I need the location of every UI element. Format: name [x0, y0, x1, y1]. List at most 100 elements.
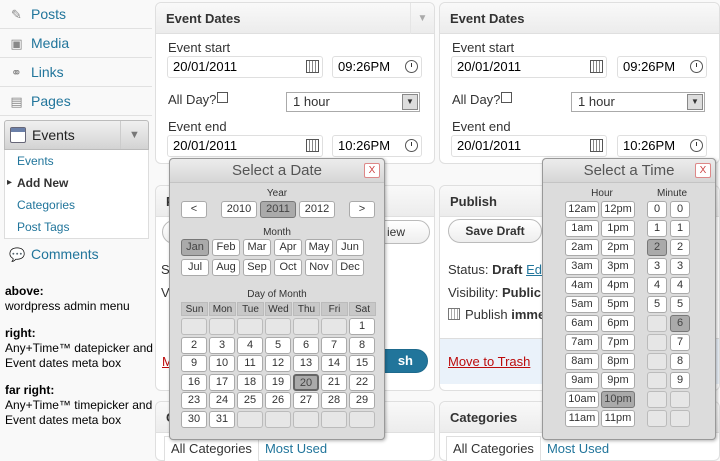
hour-button-8am[interactable]: 8am — [565, 353, 599, 370]
year-button-2010[interactable]: 2010 — [221, 201, 257, 218]
duration-select[interactable]: 1 hour ▼ — [286, 92, 420, 112]
minute-ones-button-9[interactable]: 9 — [670, 372, 690, 389]
minute-tens-button-1[interactable]: 1 — [647, 220, 667, 237]
start-time-field[interactable]: 09:26PM — [617, 56, 707, 78]
tab-most-used[interactable]: Most Used — [541, 437, 615, 461]
day-button-21[interactable]: 21 — [321, 373, 347, 391]
clock-icon[interactable] — [405, 60, 418, 73]
day-button-18[interactable]: 18 — [237, 373, 263, 391]
close-button[interactable]: X — [695, 163, 711, 178]
end-date-field[interactable]: 20/01/2011 — [451, 135, 607, 157]
calendar-icon[interactable] — [306, 139, 319, 152]
day-button-30[interactable]: 30 — [181, 410, 207, 428]
menu-posts[interactable]: ✎ Posts — [0, 0, 152, 29]
menu-comments[interactable]: 💬 Comments — [0, 240, 152, 269]
hour-button-6pm[interactable]: 6pm — [601, 315, 635, 332]
day-button-24[interactable]: 24 — [209, 392, 235, 409]
submenu-add-new[interactable]: Add New — [5, 172, 148, 194]
clock-icon[interactable] — [405, 139, 418, 152]
day-button-23[interactable]: 23 — [181, 392, 207, 409]
day-button-1[interactable]: 1 — [349, 318, 375, 335]
year-button-2012[interactable]: 2012 — [299, 201, 335, 218]
hour-button-9pm[interactable]: 9pm — [601, 372, 635, 389]
month-button-apr[interactable]: Apr — [274, 239, 302, 256]
month-button-jul[interactable]: Jul — [181, 259, 209, 276]
hour-button-3pm[interactable]: 3pm — [601, 258, 635, 275]
hour-button-2am[interactable]: 2am — [565, 239, 599, 256]
day-button-22[interactable]: 22 — [349, 373, 375, 391]
month-button-mar[interactable]: Mar — [243, 239, 271, 256]
close-button[interactable]: X — [364, 163, 380, 178]
submenu-categories[interactable]: Categories — [5, 194, 148, 216]
allday-checkbox[interactable] — [501, 92, 512, 103]
month-button-aug[interactable]: Aug — [212, 259, 240, 276]
allday-checkbox[interactable] — [217, 92, 228, 103]
hour-button-4am[interactable]: 4am — [565, 277, 599, 294]
menu-media[interactable]: ▣ Media — [0, 29, 152, 58]
month-button-sep[interactable]: Sep — [243, 259, 271, 276]
calendar-icon[interactable] — [590, 139, 603, 152]
month-button-jun[interactable]: Jun — [336, 239, 364, 256]
minute-ones-button-0[interactable]: 0 — [670, 201, 690, 218]
chevron-down-icon[interactable]: ▼ — [402, 94, 418, 110]
month-button-feb[interactable]: Feb — [212, 239, 240, 256]
hour-button-6am[interactable]: 6am — [565, 315, 599, 332]
hour-button-12am[interactable]: 12am — [565, 201, 599, 218]
minute-ones-button-4[interactable]: 4 — [670, 277, 690, 294]
month-button-may[interactable]: May — [305, 239, 333, 256]
day-button-19[interactable]: 19 — [265, 373, 291, 391]
tab-all-categories[interactable]: All Categories — [446, 436, 541, 461]
next-year-button[interactable]: > — [349, 201, 375, 218]
hour-button-10pm[interactable]: 10pm — [601, 391, 635, 408]
day-button-11[interactable]: 11 — [237, 355, 263, 372]
hour-button-12pm[interactable]: 12pm — [601, 201, 635, 218]
hour-button-7am[interactable]: 7am — [565, 334, 599, 351]
day-button-10[interactable]: 10 — [209, 355, 235, 372]
clock-icon[interactable] — [690, 60, 703, 73]
minute-tens-button-0[interactable]: 0 — [647, 201, 667, 218]
menu-pages[interactable]: ▤ Pages — [0, 87, 152, 116]
chevron-down-icon[interactable]: ▼ — [687, 94, 703, 110]
day-button-3[interactable]: 3 — [209, 336, 235, 354]
start-date-field[interactable]: 20/01/2011 — [451, 56, 607, 78]
minute-ones-button-8[interactable]: 8 — [670, 353, 690, 370]
day-button-2[interactable]: 2 — [181, 336, 207, 354]
hour-button-1am[interactable]: 1am — [565, 220, 599, 237]
year-button-2011[interactable]: 2011 — [260, 201, 296, 218]
minute-ones-button-2[interactable]: 2 — [670, 239, 690, 256]
minute-tens-button-5[interactable]: 5 — [647, 296, 667, 313]
hour-button-5pm[interactable]: 5pm — [601, 296, 635, 313]
hour-button-1pm[interactable]: 1pm — [601, 220, 635, 237]
duration-select[interactable]: 1 hour ▼ — [571, 92, 705, 112]
minute-ones-button-3[interactable]: 3 — [670, 258, 690, 275]
minute-tens-button-3[interactable]: 3 — [647, 258, 667, 275]
day-button-4[interactable]: 4 — [237, 336, 263, 354]
calendar-icon[interactable] — [590, 60, 603, 73]
day-button-13[interactable]: 13 — [293, 355, 319, 372]
day-button-14[interactable]: 14 — [321, 355, 347, 372]
month-button-dec[interactable]: Dec — [336, 259, 364, 276]
tab-most-used[interactable]: Most Used — [259, 437, 333, 461]
chevron-down-icon[interactable]: ▼ — [120, 121, 148, 149]
start-time-field[interactable]: 09:26PM — [332, 56, 422, 78]
minute-ones-button-5[interactable]: 5 — [670, 296, 690, 313]
day-button-12[interactable]: 12 — [265, 355, 291, 372]
hour-button-2pm[interactable]: 2pm — [601, 239, 635, 256]
hour-button-11am[interactable]: 11am — [565, 410, 599, 427]
month-button-oct[interactable]: Oct — [274, 259, 302, 276]
hour-button-9am[interactable]: 9am — [565, 372, 599, 389]
day-button-17[interactable]: 17 — [209, 373, 235, 391]
clock-icon[interactable] — [690, 139, 703, 152]
hour-button-11pm[interactable]: 11pm — [601, 410, 635, 427]
day-button-26[interactable]: 26 — [265, 392, 291, 409]
day-button-9[interactable]: 9 — [181, 355, 207, 372]
day-button-28[interactable]: 28 — [321, 392, 347, 409]
day-button-15[interactable]: 15 — [349, 355, 375, 372]
day-button-31[interactable]: 31 — [209, 410, 235, 428]
move-to-trash-link[interactable]: Move to Trash — [448, 354, 530, 369]
menu-links[interactable]: ⚭ Links — [0, 58, 152, 87]
day-button-8[interactable]: 8 — [349, 336, 375, 354]
hour-button-7pm[interactable]: 7pm — [601, 334, 635, 351]
end-date-field[interactable]: 20/01/2011 — [167, 135, 323, 157]
hour-button-4pm[interactable]: 4pm — [601, 277, 635, 294]
